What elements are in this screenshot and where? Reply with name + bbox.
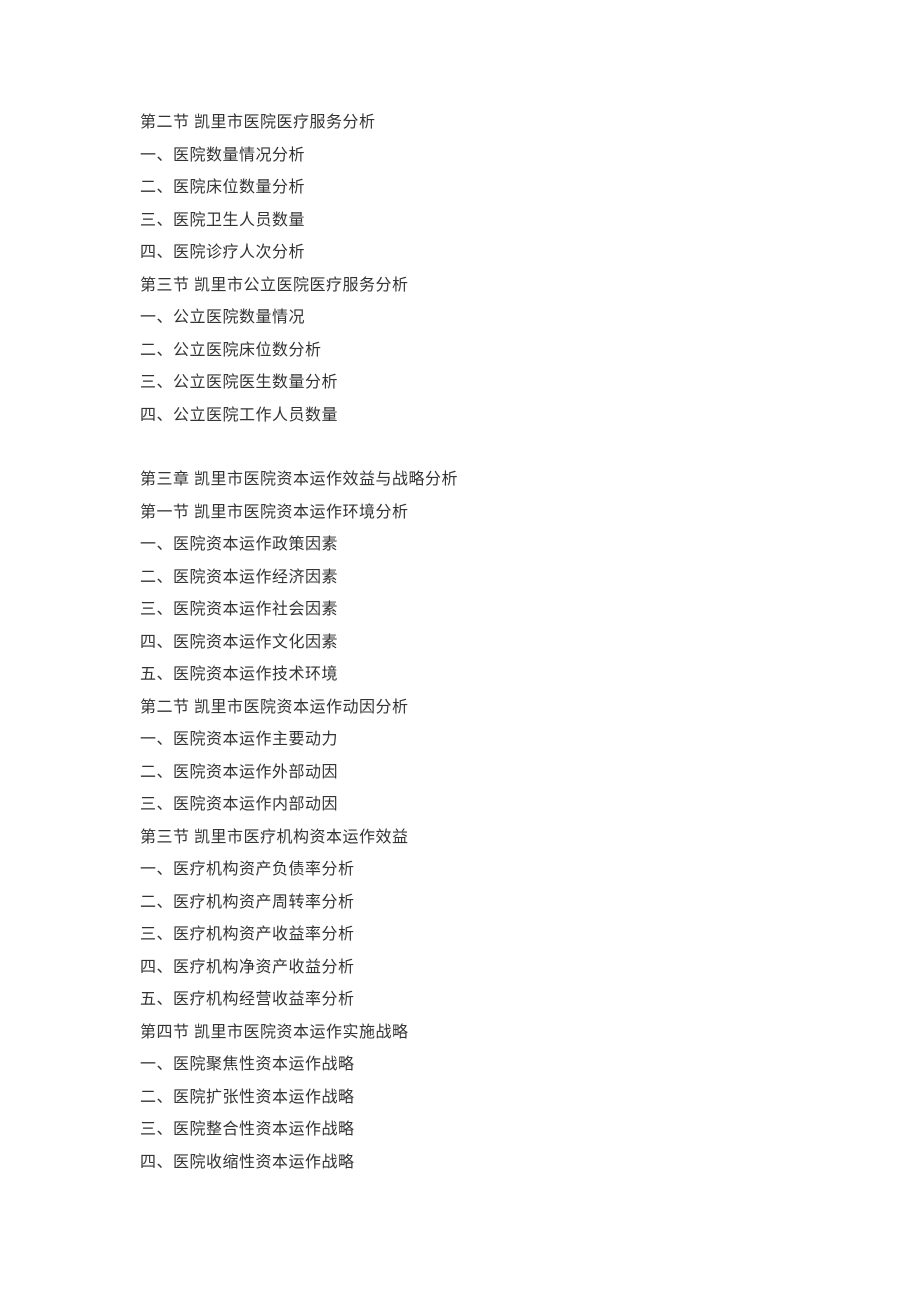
- toc-line: 二、医院资本运作经济因素: [140, 570, 780, 586]
- toc-line: 二、医院床位数量分析: [140, 180, 780, 196]
- toc-line: 一、医院聚焦性资本运作战略: [140, 1057, 780, 1073]
- toc-line: 三、医院整合性资本运作战略: [140, 1122, 780, 1138]
- toc-line: 五、医疗机构经营收益率分析: [140, 992, 780, 1008]
- toc-line: 三、医院卫生人员数量: [140, 213, 780, 229]
- toc-line: 一、医院资本运作主要动力: [140, 732, 780, 748]
- toc-line: 三、医疗机构资产收益率分析: [140, 927, 780, 943]
- toc-line: 四、公立医院工作人员数量: [140, 408, 780, 424]
- toc-line: 第四节 凯里市医院资本运作实施战略: [140, 1025, 780, 1041]
- toc-line: 一、医院资本运作政策因素: [140, 537, 780, 553]
- blank-line: [140, 440, 780, 472]
- toc-line: 四、医院资本运作文化因素: [140, 635, 780, 651]
- toc-line: 第三节 凯里市医疗机构资本运作效益: [140, 830, 780, 846]
- toc-line: 三、医院资本运作社会因素: [140, 602, 780, 618]
- toc-line: 二、公立医院床位数分析: [140, 343, 780, 359]
- toc-line: 一、医疗机构资产负债率分析: [140, 862, 780, 878]
- toc-line: 一、公立医院数量情况: [140, 310, 780, 326]
- toc-line: 四、医院收缩性资本运作战略: [140, 1155, 780, 1171]
- toc-line: 一、医院数量情况分析: [140, 148, 780, 164]
- toc-line: 二、医疗机构资产周转率分析: [140, 895, 780, 911]
- toc-line: 二、医院扩张性资本运作战略: [140, 1090, 780, 1106]
- toc-line: 二、医院资本运作外部动因: [140, 765, 780, 781]
- toc-line: 四、医疗机构净资产收益分析: [140, 960, 780, 976]
- toc-line: 三、公立医院医生数量分析: [140, 375, 780, 391]
- toc-line: 第三节 凯里市公立医院医疗服务分析: [140, 278, 780, 294]
- toc-line: 第一节 凯里市医院资本运作环境分析: [140, 505, 780, 521]
- toc-line: 三、医院资本运作内部动因: [140, 797, 780, 813]
- toc-line: 四、医院诊疗人次分析: [140, 245, 780, 261]
- document-body: 第二节 凯里市医院医疗服务分析一、医院数量情况分析二、医院床位数量分析三、医院卫…: [140, 115, 780, 1171]
- toc-line: 第二节 凯里市医院医疗服务分析: [140, 115, 780, 131]
- toc-line: 第三章 凯里市医院资本运作效益与战略分析: [140, 472, 780, 488]
- toc-line: 五、医院资本运作技术环境: [140, 667, 780, 683]
- toc-line: 第二节 凯里市医院资本运作动因分析: [140, 700, 780, 716]
